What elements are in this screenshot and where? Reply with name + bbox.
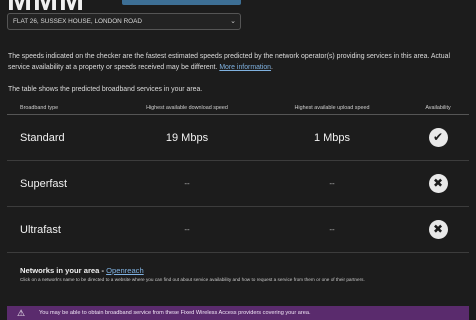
- broadband-type: Ultrafast: [7, 206, 117, 253]
- address-select-value: FLAT 26, SUSSEX HOUSE, LONDON ROAD: [13, 18, 143, 25]
- header-availability: Availability: [407, 101, 469, 115]
- submit-button-fragment[interactable]: [122, 0, 241, 5]
- header-download-speed: Highest available download speed: [117, 101, 257, 115]
- networks-subtext: Click on a network's name to be directed…: [20, 277, 365, 282]
- warning-icon: ⚠: [17, 308, 26, 318]
- speeds-info-paragraph: The speeds indicated on the checker are …: [8, 53, 451, 71]
- header-upload-speed: Highest available upload speed: [257, 101, 407, 115]
- more-information-link[interactable]: More information: [219, 64, 271, 71]
- check-icon: ✔: [428, 128, 448, 147]
- table-row: Ultrafast -- -- ✖: [7, 206, 469, 253]
- notice-text: You may be able to obtain broadband serv…: [39, 310, 311, 316]
- address-select[interactable]: FLAT 26, SUSSEX HOUSE, LONDON ROAD ⌄: [7, 13, 241, 30]
- networks-section: Networks in your area - Openreach Click …: [20, 265, 465, 284]
- header-broadband-type: Broadband type: [7, 101, 117, 115]
- cross-icon: ✖: [428, 174, 448, 193]
- networks-heading-text: Networks in your area -: [20, 266, 104, 275]
- table-row: Superfast -- -- ✖: [7, 160, 469, 207]
- upload-speed: 1 Mbps: [257, 114, 407, 161]
- networks-heading: Networks in your area - Openreach: [20, 265, 465, 276]
- chevron-down-icon: ⌄: [230, 18, 236, 25]
- broadband-table: Broadband type Highest available downloa…: [7, 101, 469, 253]
- upload-speed: --: [257, 206, 407, 253]
- table-caption: The table shows the predicted broadband …: [8, 86, 203, 93]
- table-row: Standard 19 Mbps 1 Mbps ✔: [7, 114, 469, 161]
- download-speed: 19 Mbps: [117, 114, 257, 161]
- table-header-row: Broadband type Highest available downloa…: [7, 101, 469, 115]
- fwa-notice-banner: ⚠ You may be able to obtain broadband se…: [7, 306, 469, 320]
- upload-speed: --: [257, 160, 407, 207]
- download-speed: --: [117, 206, 257, 253]
- broadband-type: Superfast: [7, 160, 117, 207]
- download-speed: --: [117, 160, 257, 207]
- openreach-link[interactable]: Openreach: [106, 266, 144, 275]
- cross-icon: ✖: [428, 220, 448, 239]
- broadband-type: Standard: [7, 114, 117, 161]
